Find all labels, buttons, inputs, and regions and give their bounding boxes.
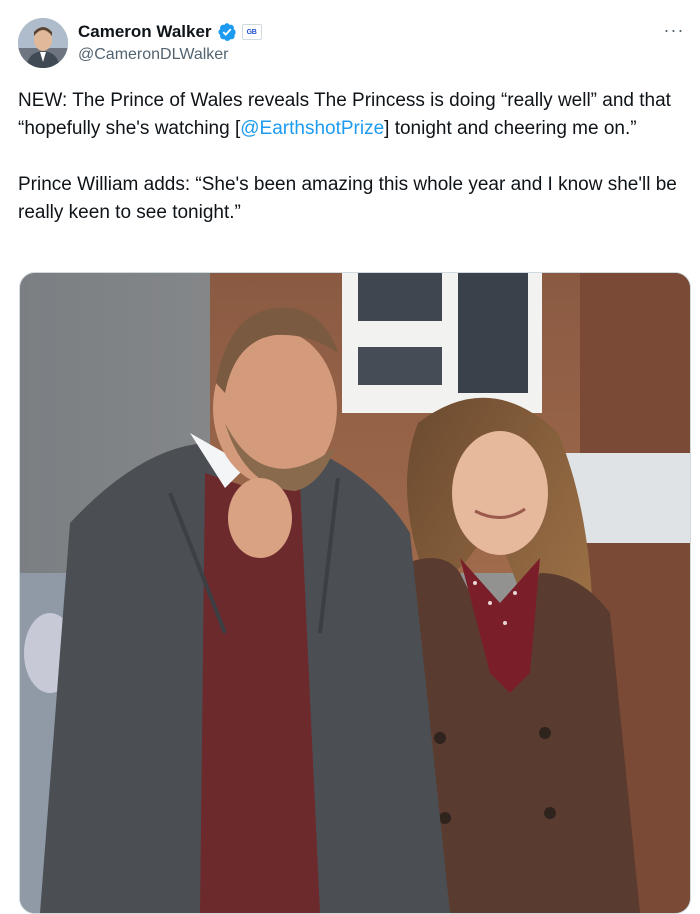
tweet-text-tail: ] tonight and cheering me on.” (384, 118, 637, 139)
photo-illustration (20, 273, 690, 913)
author-name-row: Cameron Walker GB (78, 21, 262, 43)
author-handle[interactable]: @CameronDLWalker (78, 46, 229, 64)
author-display-name[interactable]: Cameron Walker (78, 22, 212, 42)
tweet-card: Cameron Walker GB @CameronDLWalker ··· N… (0, 0, 700, 914)
more-options-icon[interactable]: ··· (662, 20, 686, 40)
verified-badge-icon[interactable] (217, 22, 237, 42)
avatar-image (18, 18, 68, 68)
tweet-paragraph-2: Prince William adds: “She's been amazing… (18, 174, 677, 223)
tweet-paragraph-1: NEW: The Prince of Wales reveals The Pri… (18, 87, 686, 143)
tweet-photo[interactable] (19, 272, 691, 914)
tweet-text: NEW: The Prince of Wales reveals The Pri… (18, 87, 686, 227)
author-avatar[interactable] (18, 18, 68, 68)
affiliate-badge-icon[interactable]: GB (241, 24, 262, 40)
mention-link[interactable]: @EarthshotPrize (240, 118, 384, 139)
